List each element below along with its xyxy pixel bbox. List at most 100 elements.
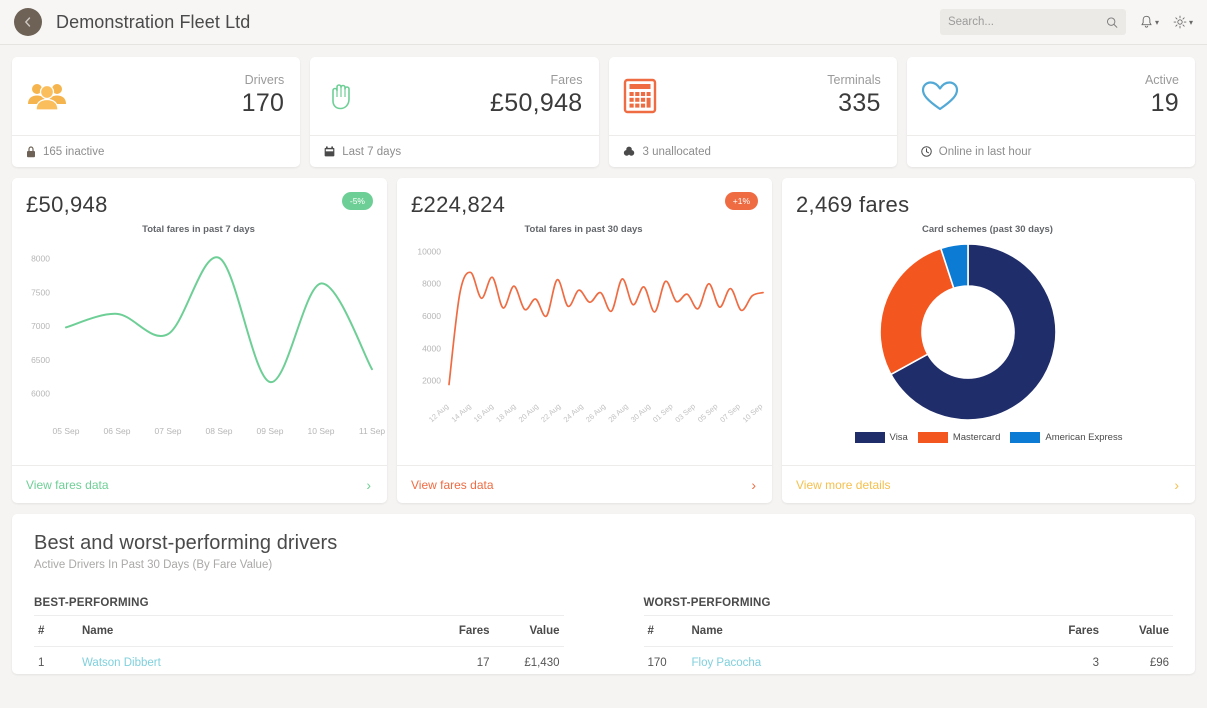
svg-text:6000: 6000	[422, 311, 441, 321]
chart-plot-area: 2000 4000 6000 8000 10000 12 Aug 14 Aug 16 Aug 1…	[397, 235, 772, 465]
best-performing-table: # Name Fares Value 1 Watson Dibbert 17 £…	[34, 615, 564, 674]
chart-legend: Visa Mastercard American Express	[782, 432, 1195, 443]
legend-item[interactable]: Visa	[854, 432, 908, 443]
svg-text:10 Sep: 10 Sep	[741, 402, 765, 425]
stat-card-meta: Drivers 170	[242, 73, 285, 119]
svg-text:01 Sep: 01 Sep	[651, 402, 675, 425]
chevron-down-icon: ▾	[1154, 17, 1159, 27]
chevron-left-icon	[25, 17, 31, 27]
svg-text:05 Sep: 05 Sep	[696, 402, 720, 425]
column-header-fares[interactable]: Fares	[423, 615, 494, 647]
chart-plot-area: Visa Mastercard American Express	[782, 235, 1195, 465]
chart-card-header: 2,469 fares Card schemes (past 30 days)	[782, 178, 1195, 235]
stat-card-footer: 165 inactive	[12, 135, 301, 167]
stat-value: 170	[241, 88, 285, 117]
svg-text:05 Sep: 05 Sep	[53, 426, 80, 436]
search-box[interactable]	[939, 9, 1126, 35]
stat-label: Terminals	[827, 72, 881, 87]
panel-subtitle: Active Drivers In Past 30 Days (By Fare …	[34, 559, 273, 571]
worst-performing-table-wrap: WORST-PERFORMING # Name Fares Value 170	[643, 597, 1173, 674]
stat-label: Drivers	[244, 72, 285, 87]
stat-card-top: Fares £50,948	[310, 57, 598, 135]
back-button[interactable]	[14, 8, 42, 36]
legend-label: Visa	[889, 432, 908, 443]
driver-name-link[interactable]: Watson Dibbert	[82, 657, 161, 669]
svg-text:07 Sep: 07 Sep	[718, 402, 742, 425]
column-header-name[interactable]: Name	[687, 615, 1033, 647]
notifications-button[interactable]: ▾	[1140, 15, 1159, 29]
stat-card-meta: Fares £50,948	[490, 73, 582, 119]
chart-plot-area: 6000 6500 7000 7500 8000 05 Sep 06 Sep 07 Sep 08…	[12, 235, 387, 465]
legend-swatch	[854, 432, 885, 443]
column-header-name[interactable]: Name	[78, 615, 424, 647]
table-row[interactable]: 1 Watson Dibbert 17 £1,430	[34, 646, 564, 674]
table-heading: BEST-PERFORMING	[34, 597, 149, 609]
svg-text:26 Aug: 26 Aug	[584, 402, 607, 424]
line-chart-7-day: 6000 6500 7000 7500 8000 05 Sep 06 Sep 07 Sep 08…	[31, 254, 386, 437]
stat-card-footer: 3 unallocated	[608, 135, 897, 167]
cell-value: £96	[1103, 646, 1173, 674]
lock-icon	[27, 145, 35, 157]
chart-title: Card schemes (past 30 days)	[922, 224, 1053, 235]
cell-rank: 170	[643, 646, 688, 674]
svg-text:28 Aug: 28 Aug	[606, 402, 629, 424]
stat-card-top: Terminals 335	[609, 57, 897, 135]
gear-icon	[1173, 15, 1187, 29]
top-bar-actions: ▾ ▾	[939, 9, 1193, 35]
hand-icon	[324, 78, 380, 114]
svg-text:7500: 7500	[31, 287, 50, 297]
search-icon[interactable]	[1106, 16, 1118, 29]
view-fares-data-link[interactable]: View fares data ›	[12, 465, 387, 503]
chart-card-row: £50,948 -5% Total fares in past 7 days 6…	[12, 178, 1195, 503]
chart-card-header: £50,948 -5% Total fares in past 7 days	[12, 178, 387, 235]
svg-text:10 Sep: 10 Sep	[308, 426, 335, 436]
chevron-right-icon: ›	[1174, 476, 1179, 493]
stat-value: £50,948	[490, 88, 583, 117]
svg-text:30 Aug: 30 Aug	[629, 402, 652, 424]
legend-label: Mastercard	[952, 432, 1001, 443]
svg-text:24 Aug: 24 Aug	[562, 402, 585, 424]
column-header-value[interactable]: Value	[493, 615, 564, 647]
chart-amount: £224,824	[411, 192, 506, 217]
users-group-icon	[26, 80, 82, 112]
chart-card-header: £224,824 +1% Total fares in past 30 days	[397, 178, 772, 235]
stat-card-row: Drivers 170 165 inactive Fares £50,948 L…	[12, 57, 1195, 167]
stat-value: 335	[838, 88, 881, 117]
chart-footer-label: View fares data	[26, 477, 109, 492]
search-input[interactable]	[947, 16, 1106, 28]
legend-item[interactable]: American Express	[1010, 432, 1122, 443]
svg-text:08 Sep: 08 Sep	[206, 426, 233, 436]
view-fares-data-link[interactable]: View fares data ›	[397, 465, 772, 503]
svg-text:8000: 8000	[422, 279, 441, 289]
chevron-down-icon: ▾	[1188, 17, 1193, 27]
column-header-rank[interactable]: #	[643, 615, 688, 647]
svg-text:11 Sep: 11 Sep	[359, 426, 386, 436]
settings-button[interactable]: ▾	[1173, 15, 1193, 29]
view-more-details-link[interactable]: View more details ›	[782, 465, 1195, 503]
chevron-right-icon: ›	[366, 476, 371, 493]
svg-text:6500: 6500	[31, 355, 50, 365]
calculator-icon	[623, 78, 679, 114]
legend-item[interactable]: Mastercard	[917, 432, 1001, 443]
stat-card-active[interactable]: Active 19 Online in last hour	[906, 57, 1195, 167]
column-header-rank[interactable]: #	[34, 615, 78, 647]
cell-value: £1,430	[493, 646, 564, 674]
column-header-value[interactable]: Value	[1103, 615, 1173, 647]
stat-card-fares[interactable]: Fares £50,948 Last 7 days	[310, 57, 599, 167]
best-performing-table-wrap: BEST-PERFORMING # Name Fares Value 1 Wat…	[34, 597, 564, 674]
stat-card-terminals[interactable]: Terminals 335 3 unallocated	[608, 57, 897, 167]
table-row[interactable]: 170 Floy Pacocha 3 £96	[643, 646, 1173, 674]
chart-footer-label: View more details	[796, 477, 891, 492]
cell-fares: 3	[1033, 646, 1103, 674]
trend-badge: -5%	[341, 192, 373, 210]
cell-fares: 17	[423, 646, 494, 674]
stat-foot-text: 165 inactive	[43, 145, 105, 158]
stat-card-drivers[interactable]: Drivers 170 165 inactive	[12, 57, 301, 167]
chevron-right-icon: ›	[751, 476, 756, 493]
driver-name-link[interactable]: Floy Pacocha	[692, 657, 762, 669]
svg-text:6000: 6000	[31, 389, 50, 399]
dashboard-body: Drivers 170 165 inactive Fares £50,948 L…	[0, 45, 1207, 686]
svg-text:06 Sep: 06 Sep	[104, 426, 131, 436]
column-header-fares[interactable]: Fares	[1033, 615, 1103, 647]
table-heading: WORST-PERFORMING	[643, 597, 771, 609]
